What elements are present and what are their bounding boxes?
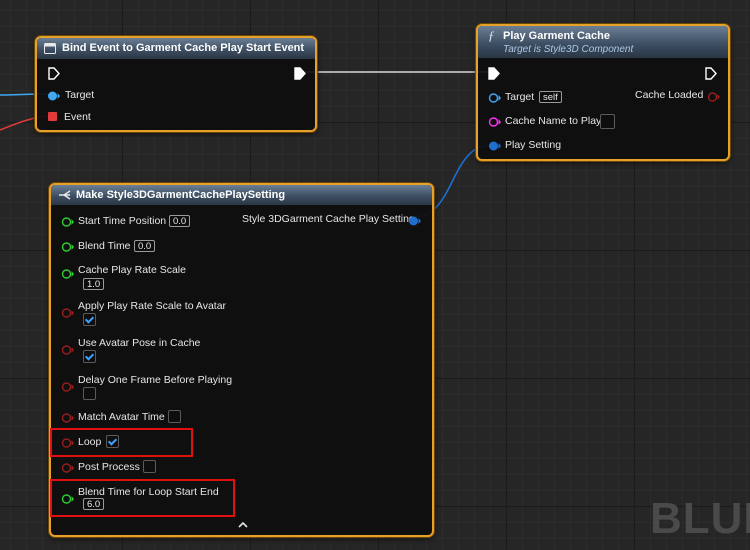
make-play-setting-header[interactable]: Make Style3DGarmentCachePlaySetting <box>51 185 432 205</box>
event-label: Event <box>64 111 91 123</box>
watermark: BLUE <box>650 494 750 543</box>
play-exec-out-pin[interactable] <box>705 67 717 80</box>
loop-blend-highlight <box>50 479 235 517</box>
loop-highlight <box>50 428 193 457</box>
start-time-label: Start Time Position <box>78 215 167 227</box>
blend-time-label: Blend Time <box>78 240 131 252</box>
play-exec-in-pin[interactable] <box>488 67 500 80</box>
delay-frame-checkbox[interactable] <box>83 387 96 400</box>
apply-rate-label: Apply Play Rate Scale to Avatar <box>78 300 227 312</box>
delay-frame-pin[interactable] <box>61 381 75 393</box>
delay-frame-label: Delay One Frame Before Playing <box>78 374 233 386</box>
post-process-checkbox[interactable] <box>143 460 156 473</box>
apply-rate-pin[interactable] <box>61 307 75 319</box>
post-process-label: Post Process <box>78 461 140 473</box>
play-garment-cache-node[interactable]: ƒ Play Garment Cache Target is Style3D C… <box>476 24 730 161</box>
bind-event-title: Bind Event to Garment Cache Play Start E… <box>62 42 305 54</box>
play-target-label: Target <box>505 91 535 103</box>
play-setting-label: Play Setting <box>505 139 562 151</box>
cache-name-pin[interactable] <box>488 116 502 128</box>
play-setting-pin[interactable] <box>488 140 502 152</box>
play-garment-cache-subtitle: Target is Style3D Component <box>503 44 634 55</box>
play-garment-cache-header[interactable]: ƒ Play Garment Cache Target is Style3D C… <box>478 26 728 58</box>
avatar-pose-label: Use Avatar Pose in Cache <box>78 337 201 349</box>
function-icon: ƒ <box>488 28 495 43</box>
make-play-setting-title: Make Style3DGarmentCachePlaySetting <box>76 189 286 201</box>
output-struct-label: Style 3DGarment Cache Play Setting <box>242 213 415 225</box>
cache-rate-pin[interactable] <box>61 268 75 280</box>
play-garment-cache-title: Play Garment Cache <box>503 30 610 42</box>
cache-loaded-pin[interactable] <box>707 91 721 103</box>
match-time-checkbox[interactable] <box>168 410 181 423</box>
start-time-pin[interactable] <box>61 216 75 228</box>
cache-rate-value[interactable]: 1.0 <box>83 278 105 290</box>
blend-time-pin[interactable] <box>61 241 75 253</box>
apply-rate-checkbox[interactable] <box>83 313 96 326</box>
avatar-pose-pin[interactable] <box>61 344 75 356</box>
post-process-pin[interactable] <box>61 462 75 474</box>
avatar-pose-checkbox[interactable] <box>83 350 96 363</box>
target-label: Target <box>65 89 95 101</box>
output-struct-pin[interactable] <box>408 215 422 227</box>
target-pin[interactable] <box>47 90 61 102</box>
play-target-pin[interactable] <box>488 92 502 104</box>
event-pin[interactable] <box>48 112 58 122</box>
cache-name-label: Cache Name to Play <box>505 115 602 127</box>
match-time-label: Match Avatar Time <box>78 411 165 423</box>
collapse-chevron-icon[interactable] <box>237 521 249 529</box>
target-self-value[interactable]: self <box>539 91 562 103</box>
cache-loaded-label: Cache Loaded <box>635 89 704 101</box>
bind-event-node[interactable]: Bind Event to Garment Cache Play Start E… <box>35 36 317 132</box>
start-time-value[interactable]: 0.0 <box>169 215 191 227</box>
bind-event-header[interactable]: Bind Event to Garment Cache Play Start E… <box>37 38 315 59</box>
event-node-icon <box>44 43 56 54</box>
cache-rate-label: Cache Play Rate Scale <box>78 264 186 276</box>
struct-node-icon <box>59 190 71 200</box>
cache-name-field[interactable] <box>600 114 615 129</box>
exec-out-pin[interactable] <box>294 67 306 80</box>
match-time-pin[interactable] <box>61 412 75 424</box>
exec-in-pin[interactable] <box>48 67 60 80</box>
blend-time-value[interactable]: 0.0 <box>134 240 156 252</box>
